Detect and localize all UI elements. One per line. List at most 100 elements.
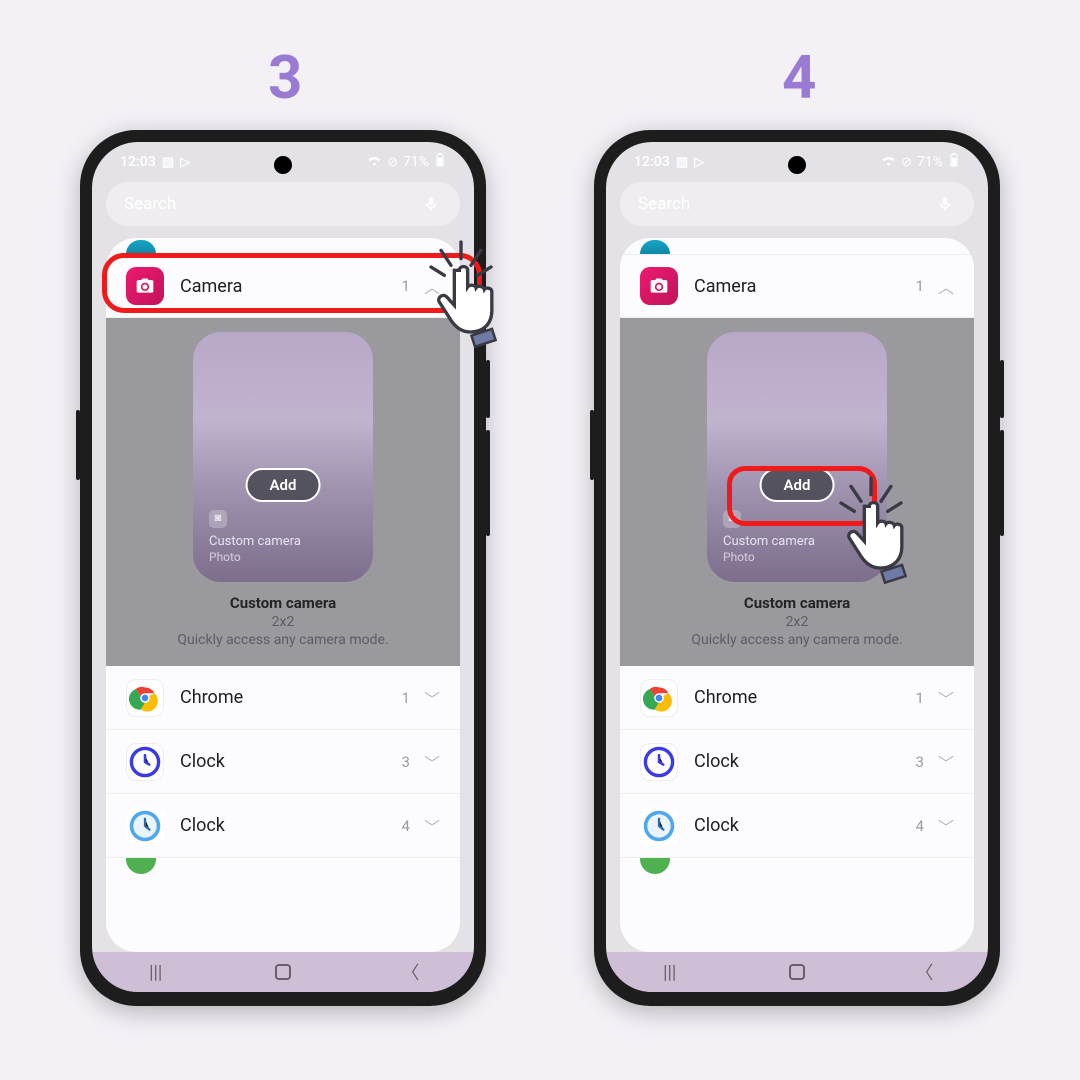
mic-icon[interactable]: [934, 193, 956, 215]
step-number-3: 3: [268, 42, 302, 113]
clock-icon: [126, 807, 164, 845]
widget-count: 1: [402, 277, 410, 295]
list-item-peek-top: [106, 238, 460, 254]
wifi-icon: [881, 154, 896, 170]
phone-side-button: [1000, 360, 1004, 418]
widget-group-clock-alt[interactable]: Clock 4 ﹀: [106, 794, 460, 858]
chevron-down-icon: ﹀: [424, 686, 440, 710]
camera-icon: ◙: [209, 510, 227, 528]
chevron-up-icon: ︿: [938, 274, 954, 298]
widget-group-clock[interactable]: Clock 3 ﹀: [106, 730, 460, 794]
recents-button[interactable]: |||: [660, 962, 680, 982]
widget-group-clock[interactable]: Clock 3 ﹀: [620, 730, 974, 794]
widget-count: 1: [916, 689, 924, 707]
picture-icon: ▧: [676, 155, 688, 170]
widget-group-chrome[interactable]: Chrome 1 ﹀: [106, 666, 460, 730]
clock-icon: [640, 743, 678, 781]
chevron-down-icon: ﹀: [938, 686, 954, 710]
front-camera-hole: [274, 156, 292, 174]
search-placeholder: Search: [638, 194, 690, 214]
chevron-down-icon: ﹀: [938, 814, 954, 838]
widget-group-camera[interactable]: Camera 1 ︿: [106, 254, 460, 318]
chevron-down-icon: ﹀: [424, 750, 440, 774]
widget-expanded-area: Add ◙ Custom camera Photo Custom camera …: [620, 318, 974, 666]
phone-side-button: [1000, 430, 1004, 536]
add-widget-button[interactable]: Add: [760, 468, 835, 502]
widget-group-label: Clock: [694, 815, 739, 836]
phone-side-button: [486, 430, 490, 536]
widget-group-camera[interactable]: Camera 1 ︿: [620, 254, 974, 318]
no-sim-icon: ⊘: [901, 155, 912, 170]
list-item-peek-top: [620, 238, 974, 254]
widget-panel: Camera 1 ︿ Add ◙ Custom camera Photo Cus…: [106, 238, 460, 952]
chevron-down-icon: ﹀: [424, 814, 440, 838]
phone-side-button: [590, 410, 594, 480]
battery-text: 71%: [403, 154, 429, 170]
widget-size: 2x2: [272, 614, 295, 630]
widget-group-label: Camera: [180, 276, 242, 297]
chrome-icon: [640, 679, 678, 717]
widget-count: 3: [402, 753, 410, 771]
home-button[interactable]: [273, 962, 293, 982]
picture-icon: ▧: [162, 155, 174, 170]
widget-group-label: Chrome: [180, 687, 243, 708]
widget-count: 1: [402, 689, 410, 707]
search-placeholder: Search: [124, 194, 176, 214]
phone-side-button: [486, 360, 490, 418]
wifi-icon: [367, 154, 382, 170]
back-button[interactable]: 〈: [914, 962, 934, 982]
widget-group-label: Camera: [694, 276, 756, 297]
widget-count: 4: [402, 817, 410, 835]
back-button[interactable]: 〈: [400, 962, 420, 982]
nav-bar: ||| 〈: [92, 952, 474, 992]
list-item-peek-bottom: [106, 858, 460, 876]
widget-size: 2x2: [786, 614, 809, 630]
chrome-icon: [126, 679, 164, 717]
widget-title: Custom camera: [744, 594, 850, 612]
widget-group-label: Chrome: [694, 687, 757, 708]
widget-count: 3: [916, 753, 924, 771]
chevron-down-icon: ﹀: [938, 750, 954, 774]
widget-panel: Camera 1 ︿ Add ◙ Custom camera Photo Cus…: [620, 238, 974, 952]
play-store-icon: ▷: [180, 155, 190, 170]
no-sim-icon: ⊘: [387, 155, 398, 170]
add-widget-button[interactable]: Add: [246, 468, 321, 502]
status-time: 12:03: [120, 154, 156, 170]
widget-description: Quickly access any camera mode.: [177, 632, 388, 648]
play-store-icon: ▷: [694, 155, 704, 170]
clock-icon: [126, 743, 164, 781]
widget-group-label: Clock: [694, 751, 739, 772]
widget-preview[interactable]: Add ◙ Custom camera Photo: [707, 332, 887, 582]
widget-title: Custom camera: [230, 594, 336, 612]
phone-step-3: 12:03 ▧ ▷ ⊘ 71% Search: [80, 130, 486, 1006]
list-item-peek-bottom: [620, 858, 974, 876]
step-number-4: 4: [782, 42, 816, 113]
widget-search-input[interactable]: Search: [620, 182, 974, 226]
camera-icon: [640, 267, 678, 305]
widget-search-input[interactable]: Search: [106, 182, 460, 226]
nav-bar: ||| 〈: [606, 952, 988, 992]
battery-icon: [948, 153, 960, 171]
recents-button[interactable]: |||: [146, 962, 166, 982]
widget-group-chrome[interactable]: Chrome 1 ﹀: [620, 666, 974, 730]
widget-preview[interactable]: Add ◙ Custom camera Photo: [193, 332, 373, 582]
screen: 12:03 ▧ ▷ ⊘ 71% Search: [92, 142, 474, 992]
widget-count: 1: [916, 277, 924, 295]
battery-icon: [434, 153, 446, 171]
camera-icon: [126, 267, 164, 305]
widget-preview-caption: ◙ Custom camera Photo: [723, 510, 815, 566]
widget-group-label: Clock: [180, 815, 225, 836]
widget-preview-caption: ◙ Custom camera Photo: [209, 510, 301, 566]
widget-group-clock-alt[interactable]: Clock 4 ﹀: [620, 794, 974, 858]
home-button[interactable]: [787, 962, 807, 982]
widget-expanded-area: Add ◙ Custom camera Photo Custom camera …: [106, 318, 460, 666]
widget-group-label: Clock: [180, 751, 225, 772]
chevron-up-icon: ︿: [424, 274, 440, 298]
clock-icon: [640, 807, 678, 845]
widget-count: 4: [916, 817, 924, 835]
screen: 12:03 ▧ ▷ ⊘ 71% Search Camera 1 ︿: [606, 142, 988, 992]
mic-icon[interactable]: [420, 193, 442, 215]
front-camera-hole: [788, 156, 806, 174]
camera-icon: ◙: [723, 510, 741, 528]
battery-text: 71%: [917, 154, 943, 170]
